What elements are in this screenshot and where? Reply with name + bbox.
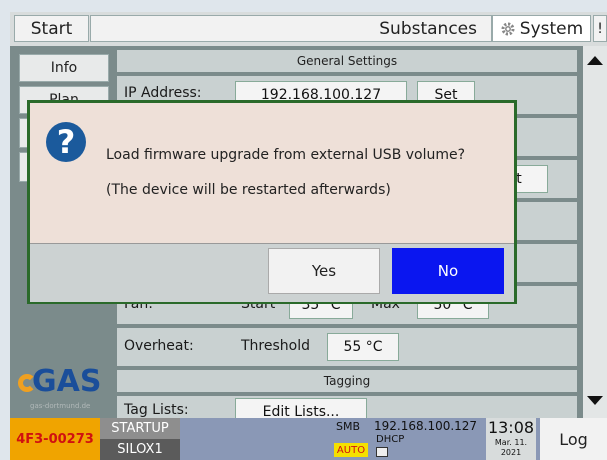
log-button[interactable]: Log: [540, 418, 607, 460]
smb-label: SMB: [336, 420, 361, 433]
device-screen: Start Substances System ! Info Plan Gene…: [10, 12, 607, 460]
overheat-label: Overheat:: [124, 338, 194, 354]
yes-button[interactable]: Yes: [268, 248, 380, 294]
question-icon: ?: [46, 122, 86, 162]
gas-logo: GAS gas-dortmund.de: [18, 364, 114, 416]
general-settings-header: General Settings: [117, 50, 577, 72]
clock-year: 2021: [500, 448, 522, 457]
firmware-upgrade-dialog: ? Load firmware upgrade from external US…: [27, 100, 517, 304]
auto-badge: AUTO: [334, 443, 368, 457]
clock-date: Mar. 11.: [494, 438, 528, 447]
ip-status: 192.168.100.127: [374, 419, 478, 433]
overheat-row: Overheat: Threshold 55 °C: [117, 328, 577, 366]
substances-label: Substances: [379, 18, 477, 39]
threshold-field[interactable]: 55 °C: [327, 333, 399, 361]
scrollbar[interactable]: [583, 46, 607, 422]
scroll-down-icon[interactable]: [587, 396, 603, 405]
logo-text: GAS: [32, 364, 102, 399]
tagging-header: Tagging: [117, 370, 577, 392]
alert-tab[interactable]: !: [593, 15, 607, 42]
clock: 13:08 Mar. 11. 2021: [486, 418, 536, 460]
status-bar: 4F3-00273 STARTUP SILOX1 SMB AUTO 192.16…: [10, 418, 607, 460]
device-id: 4F3-00273: [10, 418, 100, 460]
dialog-note: (The device will be restarted afterwards…: [106, 182, 391, 198]
dialog-button-bar: Yes No: [30, 243, 514, 302]
ip-label: IP Address:: [124, 85, 202, 101]
top-bar: Start Substances System !: [10, 12, 607, 46]
substances-tab[interactable]: Substances: [90, 15, 492, 42]
scroll-up-icon[interactable]: [587, 56, 603, 65]
threshold-label: Threshold: [241, 338, 310, 354]
info-button[interactable]: Info: [19, 54, 109, 82]
dhcp-label: DHCP: [376, 434, 405, 445]
start-tab[interactable]: Start: [14, 15, 89, 42]
system-tab[interactable]: System: [492, 15, 591, 42]
edit-lists-button[interactable]: Edit Lists...: [235, 398, 367, 418]
tagging-title: Tagging: [323, 374, 371, 388]
gear-icon: [501, 22, 515, 35]
silo-name: SILOX1: [100, 439, 180, 460]
startup-status: STARTUP: [100, 418, 180, 439]
no-button[interactable]: No: [392, 248, 504, 294]
system-label: System: [519, 18, 584, 39]
logo-tagline: gas-dortmund.de: [30, 402, 91, 410]
tag-lists-row: Tag Lists: Edit Lists...: [117, 396, 577, 418]
clock-time: 13:08: [487, 418, 535, 437]
usb-icon: [376, 447, 388, 457]
general-settings-title: General Settings: [296, 54, 398, 68]
dialog-message: Load firmware upgrade from external USB …: [106, 147, 466, 163]
tag-lists-label: Tag Lists:: [124, 402, 189, 418]
